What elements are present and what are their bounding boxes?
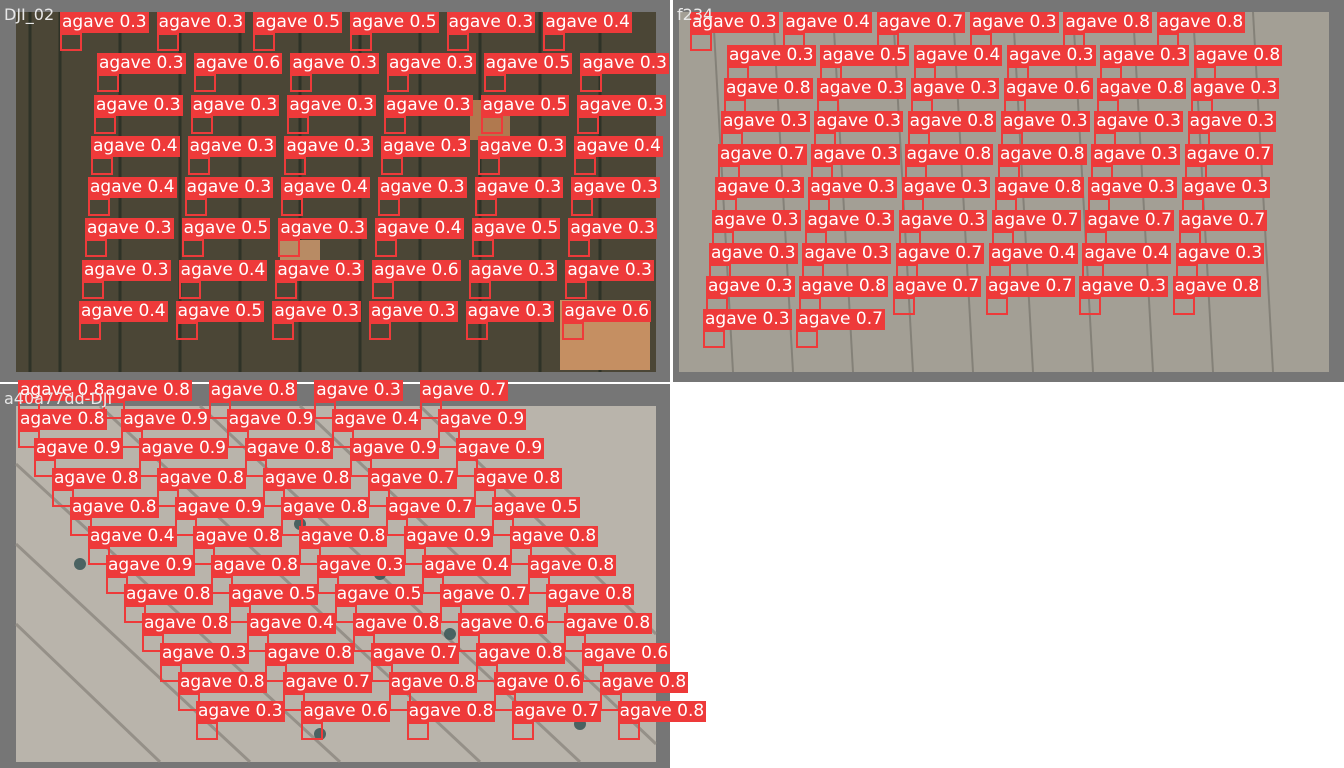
tile-filename: a40a77dd-DJI [4,389,113,408]
aerial-photo-dark-rows [16,12,656,372]
tile-field-sandy: f234 [673,0,1344,382]
tile-filename: DJI_02 [4,5,55,24]
tile-field-dark-rows: DJI_02 [0,0,670,382]
aerial-photo-diagonal [14,404,658,764]
tile-filename: f234 [677,5,714,24]
tile-field-diagonal: a40a77dd-DJI [0,384,670,768]
aerial-photo-sandy [679,11,1329,373]
